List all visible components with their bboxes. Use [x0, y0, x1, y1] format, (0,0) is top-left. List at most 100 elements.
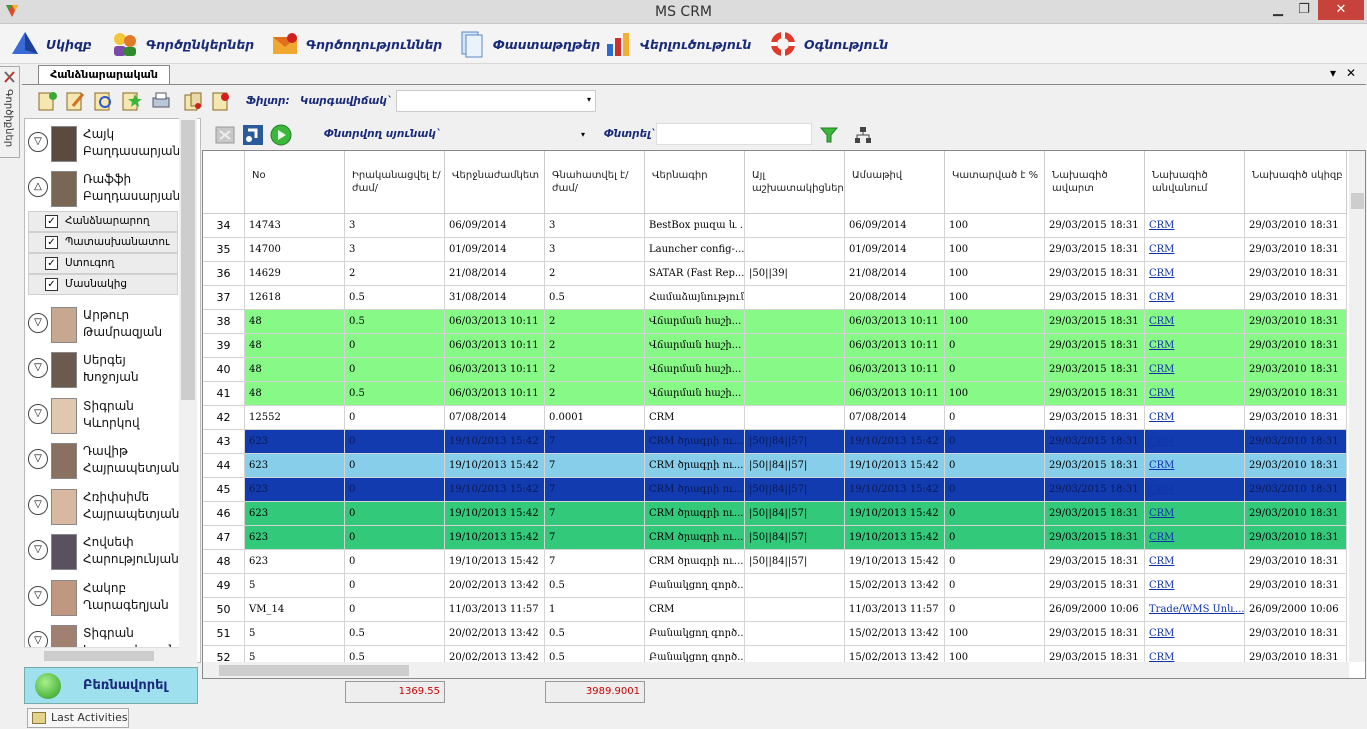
scroll-thumb[interactable] — [181, 120, 195, 400]
col-project-name-cell[interactable]: CRM — [1145, 214, 1245, 238]
load-button[interactable]: Բեռնավորել — [24, 667, 198, 704]
table-row[interactable]: 36 14629 2 21/08/2014 2 SATAR (Fast Rep... |50… — [203, 262, 1351, 286]
col-project-name-cell[interactable]: CRM — [1145, 406, 1245, 430]
col-percent-done-cell[interactable]: 0 — [945, 358, 1045, 382]
col-project-name-cell[interactable]: CRM — [1145, 622, 1245, 646]
role-item-participant[interactable]: ✓ Մասնակից — [28, 274, 178, 295]
col-percent-done-cell[interactable]: 100 — [945, 238, 1045, 262]
project-link[interactable]: CRM — [1149, 484, 1174, 495]
col-percent-done-cell[interactable]: 0 — [945, 502, 1045, 526]
col-project-start-cell[interactable]: 29/03/2010 18:31 — [1245, 286, 1347, 310]
col-percent-done-cell[interactable]: 100 — [945, 310, 1045, 334]
col-title-cell[interactable]: Launcher config-... — [645, 238, 745, 262]
col-date-cell[interactable]: 06/03/2013 10:11 — [845, 358, 945, 382]
col-done-hours-cell[interactable]: 3 — [345, 238, 445, 262]
col-title-cell[interactable]: CRM ծրագրի ու... — [645, 478, 745, 502]
col-title-cell[interactable]: CRM — [645, 406, 745, 430]
col-no-cell[interactable]: 48 — [245, 382, 345, 406]
col-project-end-cell[interactable]: 26/09/2000 10:06 — [1045, 598, 1145, 622]
col-no-cell[interactable]: 5 — [245, 574, 345, 598]
col-deadline-cell[interactable]: 20/02/2013 13:42 — [445, 574, 545, 598]
col-deadline-cell[interactable]: 31/08/2014 — [445, 286, 545, 310]
delete-record-icon[interactable] — [210, 90, 232, 112]
project-link[interactable]: CRM — [1149, 556, 1174, 567]
col-date-cell[interactable]: 19/10/2013 15:42 — [845, 502, 945, 526]
col-date-cell[interactable]: 15/02/2013 13:42 — [845, 622, 945, 646]
col-date-cell[interactable]: 01/09/2014 — [845, 238, 945, 262]
col-no-cell[interactable]: 623 — [245, 478, 345, 502]
table-row[interactable]: 43 623 0 19/10/2013 15:42 7 CRM ծրագրի ու... |… — [203, 430, 1351, 454]
chevron-down-icon[interactable]: ▾ — [581, 130, 585, 139]
col-estimated-hours-cell[interactable]: 0.5 — [545, 286, 645, 310]
col-project-end-cell[interactable]: 29/03/2015 18:31 — [1045, 358, 1145, 382]
col-deadline-cell[interactable]: 19/10/2013 15:42 — [445, 550, 545, 574]
col-no-cell[interactable]: 48 — [245, 334, 345, 358]
table-row[interactable]: 50 VM_14 0 11/03/2013 11:57 1 CRM 11/03/2013 1… — [203, 598, 1351, 622]
col-estimated-hours-cell[interactable]: 7 — [545, 478, 645, 502]
chevron-down-icon[interactable]: ▽ — [28, 404, 48, 424]
col-estimated-hours-cell[interactable]: 0.5 — [545, 622, 645, 646]
project-link[interactable]: CRM — [1149, 220, 1174, 231]
row-number[interactable]: 37 — [203, 286, 245, 310]
row-number[interactable]: 45 — [203, 478, 245, 502]
col-project-start-cell[interactable]: 29/03/2010 18:31 — [1245, 574, 1347, 598]
col-project-start-cell[interactable]: 29/03/2010 18:31 — [1245, 478, 1347, 502]
col-date-cell[interactable]: 19/10/2013 15:42 — [845, 478, 945, 502]
col-estimated-hours-cell[interactable]: 3 — [545, 214, 645, 238]
col-deadline-cell[interactable]: 19/10/2013 15:42 — [445, 430, 545, 454]
employee-item[interactable]: ▽ Հռիփսիմե Հայրապետյան — [25, 485, 185, 527]
col-other-staff-cell[interactable] — [745, 286, 845, 310]
edit-record-icon[interactable] — [64, 90, 86, 112]
col-deadline-cell[interactable]: 06/03/2013 10:11 — [445, 310, 545, 334]
col-done-hours-cell[interactable]: 0 — [345, 454, 445, 478]
tab-close-button[interactable]: ✕ — [1346, 66, 1356, 80]
row-number[interactable]: 50 — [203, 598, 245, 622]
employee-item[interactable]: ▽ Դավիթ Հայրապետյան — [25, 439, 185, 481]
filter-icon[interactable] — [818, 124, 840, 146]
col-no-cell[interactable]: 12618 — [245, 286, 345, 310]
chevron-down-icon[interactable]: ▽ — [28, 358, 48, 378]
checkbox-checked-icon[interactable]: ✓ — [45, 215, 58, 228]
column-header-project-start[interactable]: Նախագիծ սկիզբ — [1245, 151, 1347, 214]
chevron-up-icon[interactable]: △ — [28, 177, 48, 197]
col-project-name-cell[interactable]: Trade/WMS Սոև... — [1145, 598, 1245, 622]
column-header-deadline[interactable]: Վերջնաժամկետ — [445, 151, 545, 214]
table-row[interactable]: 51 5 0.5 20/02/2013 13:42 0.5 Բանակցող գործ..… — [203, 622, 1351, 646]
employee-item[interactable]: △ Ռաֆֆի Բաղդասարյան — [25, 167, 185, 209]
col-done-hours-cell[interactable]: 0 — [345, 502, 445, 526]
col-done-hours-cell[interactable]: 0.5 — [345, 382, 445, 406]
col-percent-done-cell[interactable]: 0 — [945, 430, 1045, 454]
table-row[interactable]: 38 48 0.5 06/03/2013 10:11 2 Վճարման հաշի... 0… — [203, 310, 1351, 334]
col-title-cell[interactable]: CRM — [645, 598, 745, 622]
table-row[interactable]: 40 48 0 06/03/2013 10:11 2 Վճարման հաշի... 06/… — [203, 358, 1351, 382]
role-item-reviewer[interactable]: ✓ Ստուգող — [28, 253, 178, 274]
col-percent-done-cell[interactable]: 0 — [945, 550, 1045, 574]
col-project-start-cell[interactable]: 29/03/2010 18:31 — [1245, 454, 1347, 478]
col-title-cell[interactable]: CRM ծրագրի ու... — [645, 550, 745, 574]
col-project-end-cell[interactable]: 29/03/2015 18:31 — [1045, 334, 1145, 358]
col-done-hours-cell[interactable]: 3 — [345, 214, 445, 238]
project-link[interactable]: CRM — [1149, 340, 1174, 351]
col-done-hours-cell[interactable]: 0 — [345, 550, 445, 574]
col-other-staff-cell[interactable] — [745, 214, 845, 238]
col-estimated-hours-cell[interactable]: 0.0001 — [545, 406, 645, 430]
col-project-name-cell[interactable]: CRM — [1145, 262, 1245, 286]
col-percent-done-cell[interactable]: 0 — [945, 406, 1045, 430]
col-date-cell[interactable]: 19/10/2013 15:42 — [845, 526, 945, 550]
excel-export-icon[interactable] — [214, 124, 236, 146]
chevron-down-icon[interactable]: ▽ — [28, 495, 48, 515]
table-row[interactable]: 47 623 0 19/10/2013 15:42 7 CRM ծրագրի ու... |… — [203, 526, 1351, 550]
col-project-start-cell[interactable]: 29/03/2010 18:31 — [1245, 406, 1347, 430]
favorite-record-icon[interactable] — [120, 90, 142, 112]
col-project-end-cell[interactable]: 29/03/2015 18:31 — [1045, 262, 1145, 286]
menu-documents[interactable]: Փաստաթղթեր — [457, 30, 600, 58]
project-link[interactable]: CRM — [1149, 628, 1174, 639]
col-percent-done-cell[interactable]: 0 — [945, 574, 1045, 598]
table-row[interactable]: 48 623 0 19/10/2013 15:42 7 CRM ծրագրի ու... |… — [203, 550, 1351, 574]
project-link[interactable]: CRM — [1149, 532, 1174, 543]
col-date-cell[interactable]: 15/02/2013 13:42 — [845, 574, 945, 598]
col-project-end-cell[interactable]: 29/03/2015 18:31 — [1045, 286, 1145, 310]
col-project-end-cell[interactable]: 29/03/2015 18:31 — [1045, 310, 1145, 334]
hierarchy-icon[interactable] — [852, 124, 874, 146]
table-row[interactable]: 35 14700 3 01/09/2014 3 Launcher config-... 01… — [203, 238, 1351, 262]
